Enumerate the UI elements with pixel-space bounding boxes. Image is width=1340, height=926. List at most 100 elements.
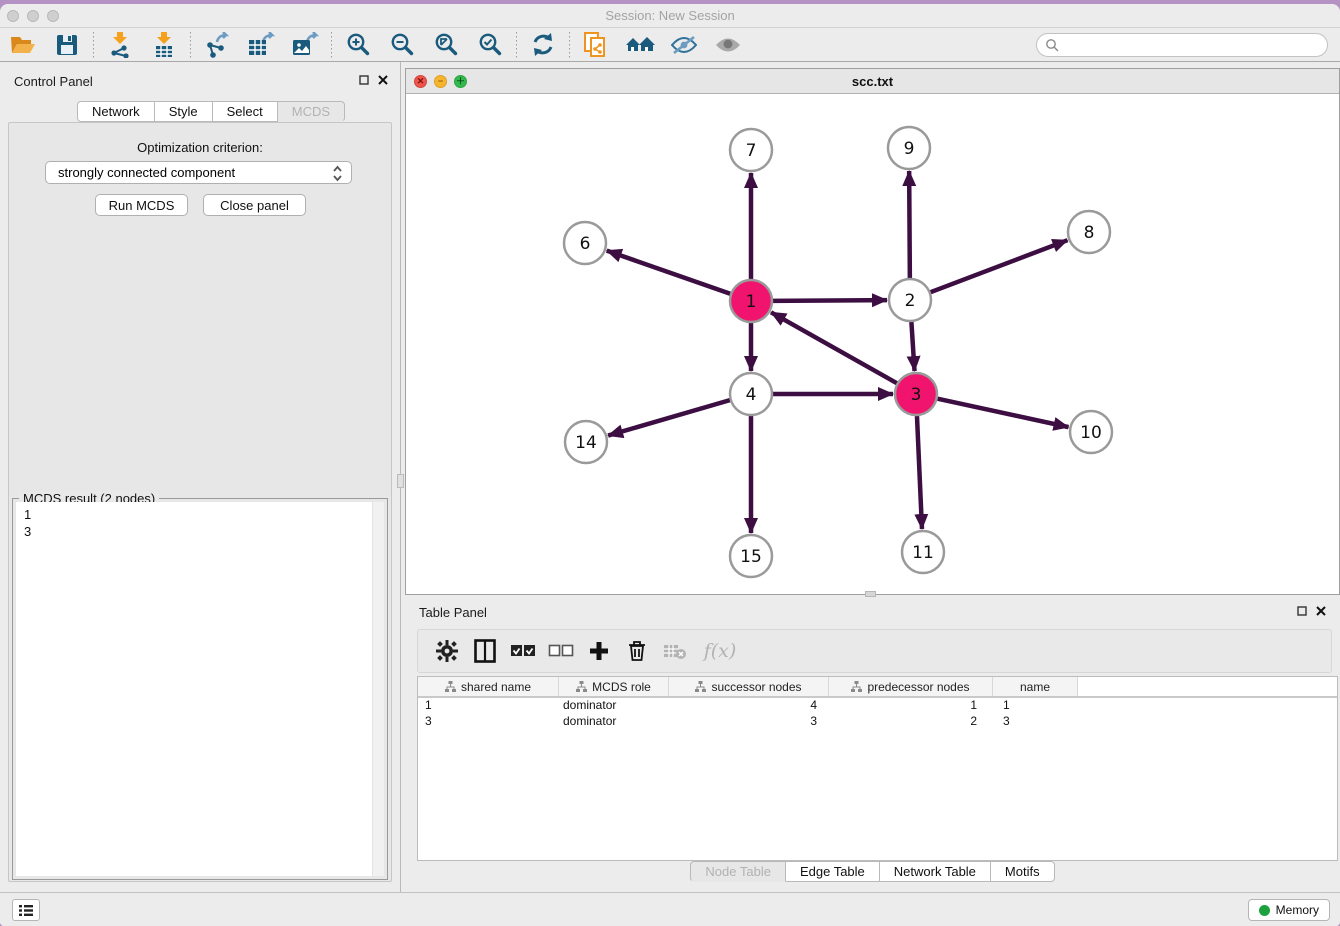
graph-edge-4-14[interactable] bbox=[608, 400, 730, 435]
criterion-select[interactable]: strongly connected component bbox=[45, 161, 352, 184]
zoom-out-icon[interactable] bbox=[385, 30, 419, 60]
tab-node-table[interactable]: Node Table bbox=[690, 861, 786, 882]
column-header-MCDS-role[interactable]: MCDS role bbox=[559, 677, 669, 696]
graph-node-9[interactable]: 9 bbox=[888, 127, 930, 169]
refresh-icon[interactable] bbox=[526, 30, 560, 60]
table-cell[interactable]: 2 bbox=[829, 714, 993, 730]
svg-text:14: 14 bbox=[575, 433, 597, 453]
window-title: Session: New Session bbox=[0, 8, 1340, 23]
deselect-all-icon[interactable] bbox=[546, 636, 576, 666]
graph-edge-1-2[interactable] bbox=[773, 300, 887, 301]
network-window-titlebar[interactable]: ✕ − ＋ scc.txt bbox=[406, 69, 1339, 94]
float-table-panel-icon[interactable] bbox=[1297, 606, 1307, 616]
float-panel-icon[interactable] bbox=[359, 75, 369, 85]
network-canvas[interactable]: 7 9 6 8 1 2 4 3 14 10 15 11 bbox=[406, 94, 1339, 594]
graph-node-10[interactable]: 10 bbox=[1070, 411, 1112, 453]
graph-edge-2-3[interactable] bbox=[911, 322, 914, 371]
task-history-button[interactable] bbox=[12, 899, 40, 921]
graph-node-8[interactable]: 8 bbox=[1068, 211, 1110, 253]
run-mcds-button[interactable]: Run MCDS bbox=[95, 194, 188, 216]
add-icon[interactable] bbox=[584, 636, 614, 666]
graph-edge-3-1[interactable] bbox=[771, 312, 897, 383]
search-input[interactable] bbox=[1060, 38, 1327, 52]
svg-text:4: 4 bbox=[746, 385, 757, 405]
column-header-shared-name[interactable]: shared name bbox=[418, 677, 559, 696]
graph-edge-2-8[interactable] bbox=[931, 240, 1068, 292]
svg-text:3: 3 bbox=[911, 385, 922, 405]
tab-network[interactable]: Network bbox=[77, 101, 155, 122]
graph-node-14[interactable]: 14 bbox=[565, 421, 607, 463]
list-icon bbox=[18, 904, 34, 917]
splitter-handle[interactable] bbox=[397, 474, 404, 488]
select-all-icon[interactable] bbox=[508, 636, 538, 666]
save-session-icon[interactable] bbox=[50, 30, 84, 60]
graph-edge-3-11[interactable] bbox=[917, 416, 922, 529]
graph-edge-1-6[interactable] bbox=[607, 251, 731, 294]
table-cell[interactable]: dominator bbox=[559, 714, 669, 730]
graph-node-4[interactable]: 4 bbox=[730, 373, 772, 415]
tab-mcds[interactable]: MCDS bbox=[278, 101, 345, 122]
control-panel-tabs: Network Style Select MCDS bbox=[77, 101, 345, 122]
hide-selected-icon[interactable] bbox=[667, 30, 701, 60]
tab-motifs[interactable]: Motifs bbox=[991, 861, 1055, 882]
table-toolbar: f(x) bbox=[417, 629, 1332, 673]
import-table-icon[interactable] bbox=[147, 30, 181, 60]
gear-icon[interactable] bbox=[432, 636, 462, 666]
result-scrollbar[interactable] bbox=[372, 502, 384, 876]
table-cell[interactable]: 1 bbox=[829, 698, 993, 714]
graph-node-2[interactable]: 2 bbox=[889, 279, 931, 321]
columns-icon[interactable] bbox=[470, 636, 500, 666]
result-line: 3 bbox=[24, 523, 384, 540]
graph-node-11[interactable]: 11 bbox=[902, 531, 944, 573]
close-panel-button[interactable]: Close panel bbox=[203, 194, 306, 216]
export-image-icon[interactable] bbox=[288, 30, 322, 60]
column-header-name[interactable]: name bbox=[993, 677, 1078, 696]
table-cell[interactable]: 3 bbox=[418, 714, 559, 730]
close-table-panel-icon[interactable] bbox=[1316, 606, 1326, 616]
delete-table-icon[interactable] bbox=[660, 636, 690, 666]
function-builder-icon[interactable]: f(x) bbox=[698, 636, 742, 666]
memory-button[interactable]: Memory bbox=[1248, 899, 1330, 921]
zoom-fit-icon[interactable] bbox=[429, 30, 463, 60]
graph-node-6[interactable]: 6 bbox=[564, 222, 606, 264]
main-toolbar bbox=[0, 28, 1340, 62]
table-cell[interactable]: 1 bbox=[418, 698, 559, 714]
tab-network-table[interactable]: Network Table bbox=[880, 861, 991, 882]
table-cell[interactable]: 4 bbox=[669, 698, 829, 714]
table-row[interactable]: 3dominator323 bbox=[418, 714, 1337, 730]
app-window: Session: New Session bbox=[0, 4, 1340, 926]
export-network-icon[interactable] bbox=[200, 30, 234, 60]
table-row[interactable]: 1dominator411 bbox=[418, 698, 1337, 714]
open-session-icon[interactable] bbox=[6, 30, 40, 60]
graph-edge-2-9[interactable] bbox=[909, 171, 910, 278]
import-network-icon[interactable] bbox=[103, 30, 137, 60]
tab-style[interactable]: Style bbox=[155, 101, 213, 122]
table-cell[interactable]: 1 bbox=[993, 698, 1078, 714]
mcds-result-area[interactable]: 13 bbox=[16, 502, 384, 876]
table-cell[interactable]: 3 bbox=[669, 714, 829, 730]
graph-node-7[interactable]: 7 bbox=[730, 129, 772, 171]
graph-node-3[interactable]: 3 bbox=[895, 373, 937, 415]
search-box[interactable] bbox=[1036, 33, 1328, 57]
delete-icon[interactable] bbox=[622, 636, 652, 666]
column-header-successor-nodes[interactable]: successor nodes bbox=[669, 677, 829, 696]
export-table-icon[interactable] bbox=[244, 30, 278, 60]
graph-node-15[interactable]: 15 bbox=[730, 535, 772, 577]
graph-edge-3-10[interactable] bbox=[937, 399, 1068, 427]
tab-edge-table[interactable]: Edge Table bbox=[786, 861, 880, 882]
table-cell[interactable]: dominator bbox=[559, 698, 669, 714]
table-cell[interactable]: 3 bbox=[993, 714, 1078, 730]
tab-select[interactable]: Select bbox=[213, 101, 278, 122]
zoom-selected-icon[interactable] bbox=[473, 30, 507, 60]
network-file-icon[interactable] bbox=[579, 30, 613, 60]
network-graph: 7 9 6 8 1 2 4 3 14 10 15 11 bbox=[406, 94, 1339, 594]
close-panel-icon[interactable] bbox=[378, 75, 388, 85]
graph-node-1[interactable]: 1 bbox=[730, 280, 772, 322]
zoom-in-icon[interactable] bbox=[341, 30, 375, 60]
first-neighbors-icon[interactable] bbox=[623, 30, 657, 60]
column-header-predecessor-nodes[interactable]: predecessor nodes bbox=[829, 677, 993, 696]
show-all-icon[interactable] bbox=[711, 30, 745, 60]
node-table[interactable]: shared nameMCDS rolesuccessor nodesprede… bbox=[417, 676, 1338, 861]
svg-text:9: 9 bbox=[904, 139, 915, 159]
horizontal-splitter-handle[interactable] bbox=[865, 591, 876, 597]
